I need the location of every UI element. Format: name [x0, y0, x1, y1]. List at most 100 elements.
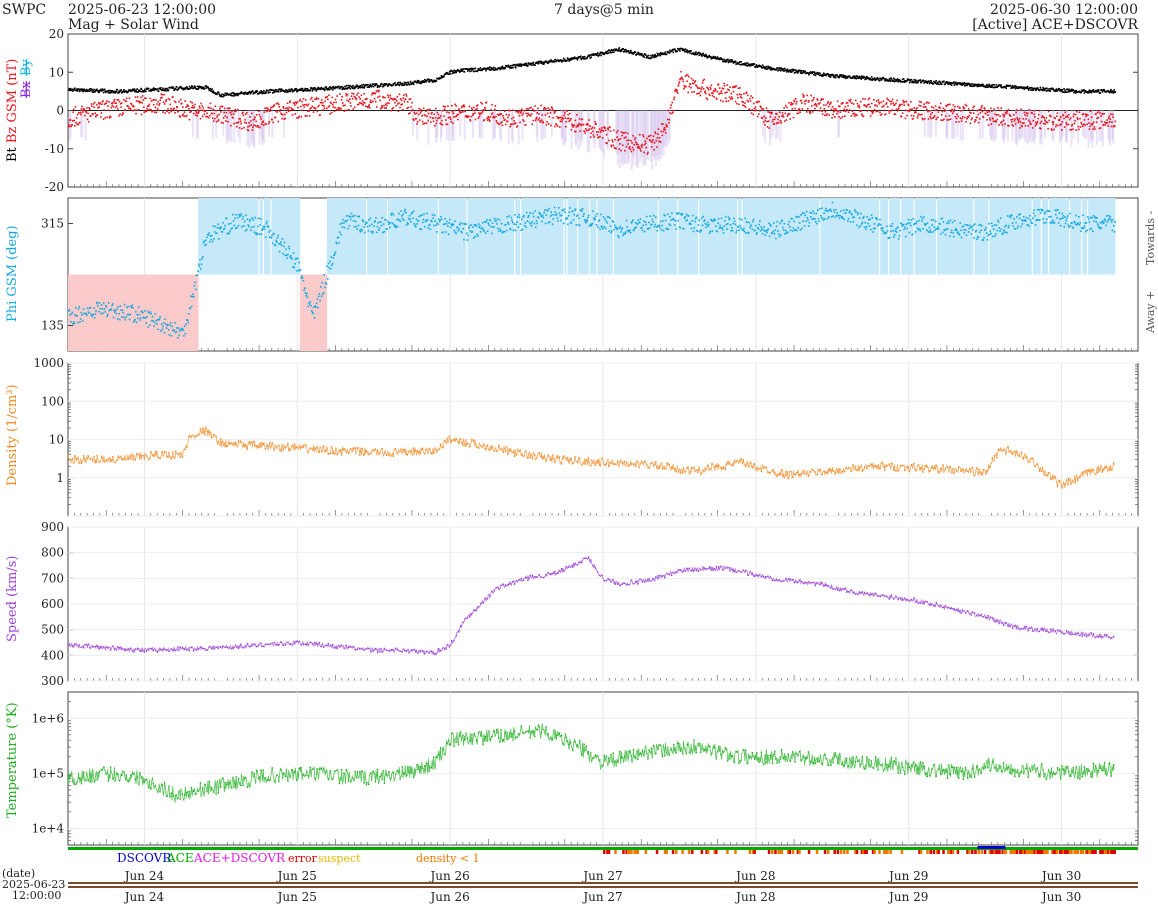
bt-point: [695, 51, 697, 53]
bz-point: [1108, 115, 1111, 118]
bz-negative-band: [779, 110, 782, 143]
bz-point: [977, 113, 979, 116]
bz-point: [539, 121, 542, 123]
bz-point: [1001, 124, 1004, 126]
bz-point: [854, 99, 857, 102]
bz-point: [300, 115, 303, 118]
bz-point: [72, 108, 75, 111]
bz-negative-band: [627, 110, 630, 161]
bz-point: [217, 119, 220, 121]
bz-point: [429, 116, 432, 119]
bz-point: [383, 104, 385, 107]
bz-point: [141, 95, 144, 97]
bz-point: [231, 110, 233, 113]
bz-point: [605, 133, 608, 136]
bz-point: [761, 117, 764, 119]
bz-point: [448, 111, 450, 114]
bt-point: [930, 80, 933, 82]
bt-point: [344, 85, 346, 88]
bz-point: [844, 105, 847, 108]
bz-point: [565, 125, 567, 128]
bz-point: [402, 97, 405, 99]
bz-point: [895, 108, 898, 111]
bt-point: [870, 76, 873, 78]
bz-point: [224, 115, 227, 117]
bz-point: [799, 111, 801, 114]
bz-point: [171, 109, 173, 111]
bz-point: [1086, 114, 1089, 116]
bt-point: [212, 90, 214, 92]
bz-point: [776, 113, 778, 115]
bz-point: [626, 132, 629, 135]
bz-point: [253, 124, 255, 127]
org-label: SWPC: [2, 2, 46, 18]
bz-point: [1067, 116, 1069, 118]
bt-point: [188, 85, 191, 88]
bz-point: [794, 107, 796, 110]
bz-point: [613, 129, 615, 132]
bz-point: [864, 98, 866, 100]
bz-point: [510, 123, 513, 126]
bz-point: [743, 92, 745, 95]
bt-point: [738, 63, 740, 65]
bz-point: [960, 109, 962, 112]
bz-point: [843, 108, 845, 111]
bz-point: [669, 106, 672, 109]
bz-point: [953, 110, 955, 113]
bt-point: [665, 53, 668, 55]
bz-point: [218, 113, 221, 116]
towards-band: [518, 198, 521, 275]
bz-point: [874, 104, 877, 106]
bz-point: [419, 112, 422, 114]
bz-point: [926, 101, 929, 104]
bz-point: [437, 113, 440, 116]
bz-point: [244, 113, 247, 115]
bt-point: [620, 50, 623, 52]
bz-point: [120, 102, 123, 104]
bz-point: [457, 113, 460, 116]
bz-point: [806, 94, 809, 97]
bt-point: [473, 70, 476, 73]
bz-point: [573, 124, 575, 126]
bt-point: [761, 64, 764, 67]
bz-point: [550, 124, 552, 127]
bz-point: [245, 122, 248, 124]
bz-point: [506, 120, 509, 123]
bz-point: [883, 104, 885, 107]
bz-point: [140, 113, 143, 116]
bt-point: [209, 87, 212, 90]
bz-point: [602, 137, 604, 139]
bz-point: [1010, 118, 1012, 121]
bz-point: [726, 91, 728, 94]
bz-point: [473, 106, 475, 109]
bz-point: [257, 125, 260, 128]
bt-point: [1058, 87, 1060, 90]
bz-point: [1048, 119, 1050, 122]
towards-band: [268, 198, 271, 275]
bz-point: [330, 102, 332, 105]
bt-point: [1049, 90, 1052, 92]
bz-point: [158, 102, 161, 105]
bz-point: [559, 120, 562, 123]
bz-point: [894, 103, 896, 106]
bt-point: [917, 81, 919, 84]
bz-point: [556, 116, 558, 118]
bz-point: [163, 103, 166, 105]
bt-point: [822, 72, 825, 75]
bz-point: [286, 102, 289, 105]
bz-point: [341, 102, 344, 104]
bz-point: [727, 100, 730, 102]
bz-point: [712, 92, 714, 94]
bz-point: [520, 110, 523, 113]
bz-point: [822, 98, 825, 101]
bz-point: [1071, 123, 1074, 126]
bz-point: [556, 125, 559, 127]
bz-point: [502, 117, 505, 119]
bz-point: [212, 120, 215, 122]
bz-point: [928, 102, 930, 104]
bt-point: [342, 86, 345, 89]
bz-point: [998, 124, 1000, 126]
bz-point: [1109, 118, 1112, 120]
bz-point: [1063, 126, 1066, 128]
bz-point: [774, 116, 777, 118]
